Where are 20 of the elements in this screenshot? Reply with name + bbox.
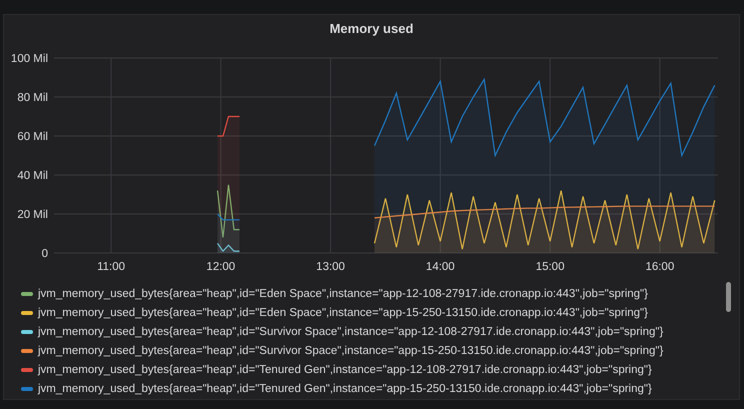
x-tick-label: 16:00 [645, 261, 674, 273]
scrollbar-thumb[interactable] [726, 282, 731, 312]
y-tick-label: 80 Mil [17, 92, 48, 104]
y-tick-label: 0 [42, 248, 48, 260]
x-tick-label: 12:00 [206, 261, 236, 273]
x-tick-label: 14:00 [426, 261, 455, 273]
legend-label[interactable]: jvm_memory_used_bytes{area="heap",id="Eden Space",instance="app-12-108-27917.ide.cronapp.io:443",job="spring"} [38, 288, 648, 300]
y-tick-label: 100 Mil [10, 53, 48, 65]
legend-label[interactable]: jvm_memory_used_bytes{area="heap",id="Tenured Gen",instance="app-12-108-27917.ide.cronapp.io:443",job="spring"} [38, 364, 652, 376]
x-tick-label: 15:00 [536, 261, 564, 273]
y-tick-label: 40 Mil [17, 170, 48, 182]
legend-label[interactable]: jvm_memory_used_bytes{area="heap",id="Eden Space",instance="app-15-250-13150.ide.cronapp.io:443",job="spring"} [38, 306, 648, 318]
y-tick-label: 60 Mil [17, 131, 48, 143]
legend-label[interactable]: jvm_memory_used_bytes{area="heap",id="Tenured Gen",instance="app-15-250-13150.ide.cronapp.io:443",job="spring"} [38, 382, 652, 394]
y-tick-label: 20 Mil [17, 209, 48, 221]
legend-label[interactable]: jvm_memory_used_bytes{area="heap",id="Survivor Space",instance="app-15-250-13150.ide.cronapp.io:443",job="spring"} [38, 344, 664, 356]
x-tick-label: 13:00 [316, 261, 345, 273]
legend-label[interactable]: jvm_memory_used_bytes{area="heap",id="Survivor Space",instance="app-12-108-27917.ide.cronapp.io:443",job="spring"} [38, 326, 664, 338]
panel-title: Memory used [330, 21, 414, 38]
x-tick-label: 11:00 [97, 261, 126, 273]
